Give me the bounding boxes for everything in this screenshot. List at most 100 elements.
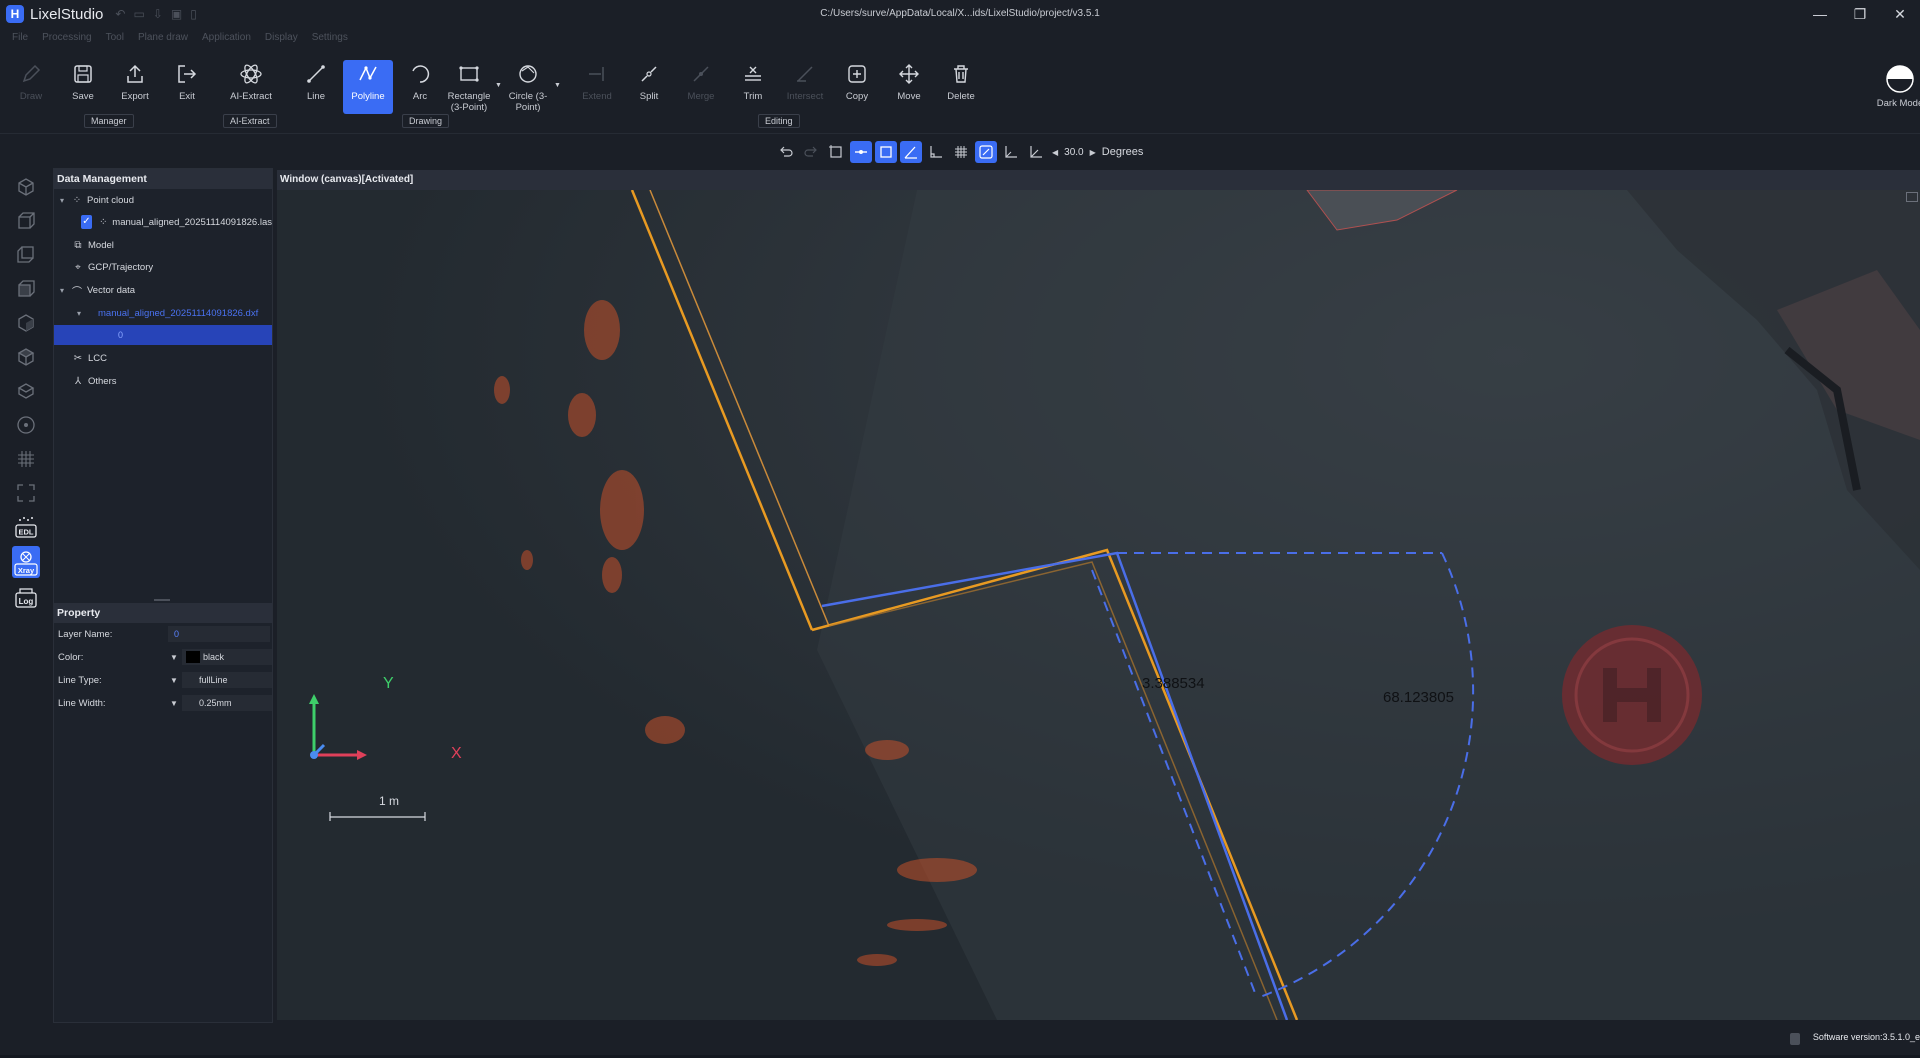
split-button[interactable]: Split	[624, 60, 674, 114]
color-select[interactable]: black	[182, 649, 272, 665]
redo-icon[interactable]	[800, 141, 822, 163]
cube-back-icon[interactable]	[12, 242, 40, 268]
save-icon[interactable]: ▣	[171, 7, 182, 21]
arc-button[interactable]: Arc	[395, 60, 445, 114]
prop-color: Color: ▼ black	[58, 648, 272, 666]
data-management-panel: Data Management ▾ ⁘ Point cloud ✓ ⁘ manu…	[53, 168, 273, 1023]
polyline-button[interactable]: Polyline	[343, 60, 393, 114]
select-box-icon[interactable]	[825, 141, 847, 163]
ortho-mode-icon[interactable]	[975, 141, 997, 163]
snap-perpendicular-icon[interactable]	[925, 141, 947, 163]
draw-button[interactable]: Draw	[6, 60, 56, 114]
move-icon	[897, 62, 921, 86]
polar-angle-icon[interactable]	[1025, 141, 1047, 163]
import-icon[interactable]: ⇩	[153, 7, 163, 21]
point-cloud-canvas[interactable]: 3.388534 68.123805 Y X 1 m	[277, 190, 1920, 1020]
cube-front-icon[interactable]	[12, 208, 40, 234]
cube-left-icon[interactable]	[12, 276, 40, 302]
angle-ruler-icon[interactable]	[1000, 141, 1022, 163]
chevron-down-icon[interactable]: ▼	[170, 676, 178, 685]
chevron-down-icon[interactable]: ▼	[170, 699, 178, 708]
chevron-down-icon[interactable]: ▼	[170, 653, 178, 662]
rectangle-dropdown-icon[interactable]: ▼	[495, 82, 502, 89]
delete-button[interactable]: Delete	[936, 60, 986, 114]
chevron-down-icon[interactable]: ▾	[57, 286, 67, 295]
menu-plane-draw[interactable]: Plane draw	[138, 32, 188, 50]
intersect-icon	[793, 62, 817, 86]
close-button[interactable]: ✕	[1880, 0, 1920, 28]
menu-processing[interactable]: Processing	[42, 32, 91, 50]
cube-bottom-icon[interactable]	[12, 378, 40, 404]
intersect-button[interactable]: Intersect	[780, 60, 830, 114]
dark-mode-toggle[interactable]: Dark Mode	[1877, 64, 1920, 109]
undo-icon[interactable]: ↶	[115, 7, 125, 21]
rectangle-3point-button[interactable]: Rectangle (3-Point)	[445, 60, 493, 114]
fit-view-icon[interactable]	[12, 480, 40, 506]
snap-endpoint-icon[interactable]	[850, 141, 872, 163]
trash-icon[interactable]: ▯	[190, 7, 197, 21]
menu-tool[interactable]: Tool	[106, 32, 124, 50]
software-version: Software version:3.5.1.0_e	[1812, 1032, 1920, 1042]
menu-application[interactable]: Application	[202, 32, 251, 50]
merge-button[interactable]: Merge	[676, 60, 726, 114]
grid-icon[interactable]	[950, 141, 972, 163]
move-button[interactable]: Move	[884, 60, 934, 114]
group-editing-label: Editing	[758, 114, 800, 128]
panel-splitter[interactable]	[154, 599, 170, 601]
line-icon	[304, 62, 328, 86]
angle-value[interactable]: 30.0	[1064, 147, 1083, 158]
line-type-select[interactable]: fullLine	[182, 672, 272, 688]
cube-view-icon[interactable]	[12, 174, 40, 200]
tree-layer-0[interactable]: 0	[54, 325, 272, 345]
chevron-down-icon[interactable]: ▾	[74, 309, 84, 318]
tree-vector-file[interactable]: ▾ manual_aligned_20251114091826.dxf	[54, 303, 272, 323]
layer-name-input[interactable]: 0	[168, 626, 270, 642]
menu-file[interactable]: File	[12, 32, 28, 50]
copy-button[interactable]: Copy	[832, 60, 882, 114]
snap-angle-icon[interactable]	[900, 141, 922, 163]
xray-toggle[interactable]: Xray	[12, 546, 40, 578]
circle-3point-button[interactable]: Circle (3-Point)	[504, 60, 552, 114]
circle-dropdown-icon[interactable]: ▼	[554, 82, 561, 89]
group-ai-extract-label: AI-Extract	[223, 114, 277, 128]
tree-lcc[interactable]: ✂ LCC	[54, 348, 272, 368]
ribbon-toolbar: Draw Save Export Exit Manager AI-Extract…	[0, 54, 1920, 134]
menu-settings[interactable]: Settings	[312, 32, 348, 50]
canvas-options-icon[interactable]	[1906, 192, 1918, 202]
tree-others[interactable]: ⅄ Others	[54, 371, 272, 391]
trim-button[interactable]: Trim	[728, 60, 778, 114]
snap-corner-icon[interactable]	[875, 141, 897, 163]
extend-button[interactable]: Extend	[572, 60, 622, 114]
grid-view-icon[interactable]	[12, 446, 40, 472]
log-button[interactable]: Log	[12, 584, 40, 610]
visibility-checkbox[interactable]: ✓	[80, 215, 93, 229]
group-drawing-label: Drawing	[402, 114, 450, 128]
line-button[interactable]: Line	[291, 60, 341, 114]
status-bar: Software version:3.5.1.0_e	[0, 1024, 1920, 1058]
y-axis-label: Y	[383, 675, 394, 692]
tree-gcp-trajectory[interactable]: ⌖ GCP/Trajectory	[54, 257, 272, 277]
cube-right-icon[interactable]	[12, 310, 40, 336]
maximize-button[interactable]: ❐	[1840, 0, 1880, 28]
lixelstudio-window: H LixelStudio ↶ ▭ ⇩ ▣ ▯ C:/Users/surve/A…	[0, 0, 1920, 1058]
save-button[interactable]: Save	[58, 60, 108, 114]
exit-button[interactable]: Exit	[162, 60, 212, 114]
point-size-icon[interactable]	[12, 412, 40, 438]
property-title: Property	[54, 603, 272, 623]
angle-decrease-icon[interactable]: ◀	[1052, 148, 1058, 157]
line-width-select[interactable]: 0.25mm	[182, 695, 272, 711]
open-folder-icon[interactable]: ▭	[133, 7, 144, 21]
minimize-button[interactable]: —	[1800, 0, 1840, 28]
tree-point-cloud[interactable]: ▾ ⁘ Point cloud	[54, 190, 272, 210]
tree-model[interactable]: ⧉ Model	[54, 235, 272, 255]
undo-icon[interactable]	[775, 141, 797, 163]
menu-display[interactable]: Display	[265, 32, 298, 50]
chevron-down-icon[interactable]: ▾	[57, 196, 67, 205]
tree-point-cloud-file[interactable]: ✓ ⁘ manual_aligned_20251114091826.las	[54, 212, 272, 232]
export-button[interactable]: Export	[110, 60, 160, 114]
cube-top-icon[interactable]	[12, 344, 40, 370]
ai-extract-button[interactable]: AI-Extract	[226, 60, 276, 114]
angle-increase-icon[interactable]: ▶	[1090, 148, 1096, 157]
tree-vector-data[interactable]: ▾ ⌒ Vector data	[54, 280, 272, 300]
edl-toggle[interactable]: EDL	[12, 514, 40, 540]
